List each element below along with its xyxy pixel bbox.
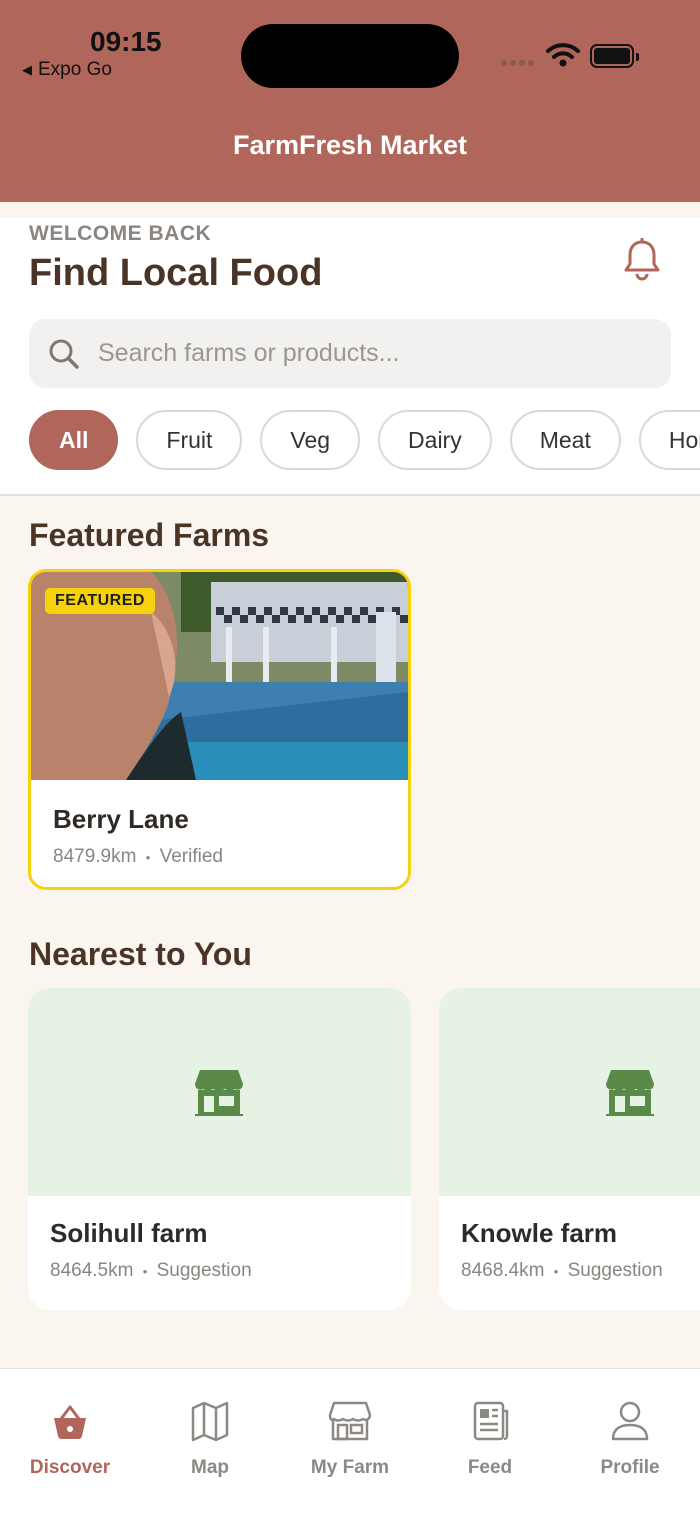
farm-distance: 8464.5km [50,1260,134,1281]
farm-thumbnail [28,988,411,1196]
farm-meta: 8468.4km • Suggestion [461,1260,663,1282]
dynamic-island [241,24,459,88]
featured-badge: FEATURED [45,588,155,614]
featured-farm-card[interactable]: FEATURED Berry Lane 8479.9km • Verified [28,569,411,890]
tab-my-farm[interactable]: My Farm [280,1399,420,1479]
notification-bell-icon[interactable] [622,238,662,282]
tab-map[interactable]: Map [140,1399,280,1479]
featured-farms-heading: Featured Farms [29,517,270,553]
meta-separator: • [145,850,151,865]
category-chip-meat[interactable]: Meat [509,410,621,470]
nearby-farm-card[interactable]: Solihull farm 8464.5km • Suggestion [28,988,411,1310]
farm-status: Suggestion [156,1260,252,1281]
farm-distance: 8468.4km [461,1260,545,1281]
tab-discover[interactable]: Discover [0,1399,140,1479]
category-chip-honey[interactable]: Honey [638,410,700,470]
farm-distance: 8479.9km [53,846,137,867]
discover-panel: WELCOME BACK Find Local Food All Fruit Veg… [0,218,700,496]
storefront-icon [328,1401,372,1441]
back-arrow-icon: ◀ [22,62,32,77]
farm-name: Berry Lane [53,804,189,834]
farm-status: Verified [159,846,223,867]
category-chip-fruit[interactable]: Fruit [136,410,243,470]
back-app-label: Expo Go [38,59,112,80]
search-bar[interactable] [29,319,671,388]
farm-name: Knowle farm [461,1218,618,1248]
welcome-eyebrow: WELCOME BACK [29,222,212,245]
basket-icon [54,1405,86,1439]
search-icon [49,339,79,369]
category-chip-all[interactable]: All [29,410,119,470]
farm-meta: 8479.9km • Verified [53,846,223,868]
tab-label: Feed [467,1457,513,1478]
map-icon [191,1401,229,1442]
farm-status: Suggestion [567,1260,663,1281]
tab-label: Discover [29,1457,111,1478]
tab-profile[interactable]: Profile [560,1399,700,1479]
category-chip-dairy[interactable]: Dairy [378,410,492,470]
farm-thumbnail [439,988,700,1196]
app-title: FarmFresh Market [232,130,468,160]
tab-feed[interactable]: Feed [420,1399,560,1479]
person-icon [611,1401,649,1441]
battery-icon [590,44,639,68]
farm-name: Solihull farm [50,1218,208,1248]
newspaper-icon [473,1401,509,1441]
nearest-heading: Nearest to You [29,936,252,972]
search-input[interactable] [98,319,658,388]
wifi-icon [546,43,580,67]
tab-label: My Farm [310,1457,390,1478]
meta-separator: • [553,1264,559,1279]
app-header: 09:15 ◀ Expo Go FarmFresh Market [0,0,700,202]
farm-meta: 8464.5km • Suggestion [50,1260,252,1282]
category-filter-bar: All Fruit Veg Dairy Meat Honey [29,410,700,472]
back-to-app-link[interactable]: ◀ Expo Go [22,59,112,81]
bottom-tab-bar: Discover Map My Farm Feed Profile [0,1368,700,1515]
meta-separator: • [142,1264,148,1279]
tab-label: Map [191,1457,229,1478]
nearby-farm-card[interactable]: Knowle farm 8468.4km • Suggestion [439,988,700,1310]
cellular-signal-icon [501,60,534,66]
status-time: 09:15 [90,26,162,57]
storefront-icon [195,1070,243,1116]
storefront-icon [606,1070,654,1116]
category-chip-veg[interactable]: Veg [260,410,361,470]
tab-label: Profile [600,1457,660,1478]
page-title: Find Local Food [29,252,323,294]
